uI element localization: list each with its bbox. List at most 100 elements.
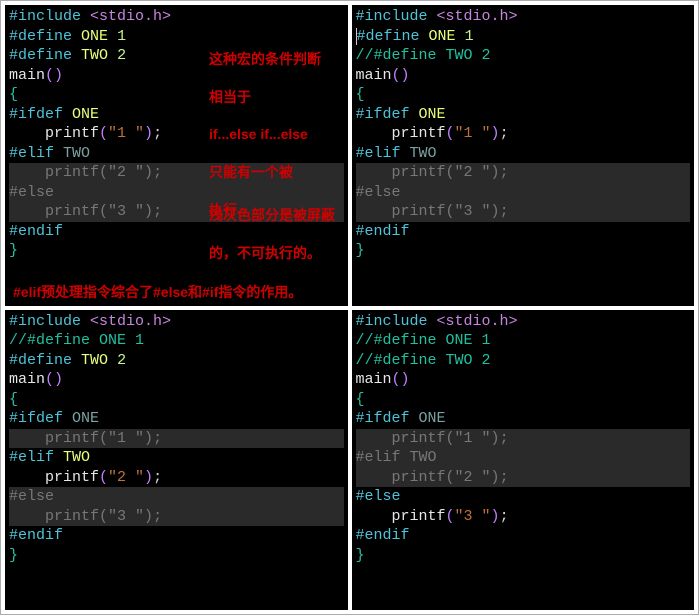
tok-lparen: (	[446, 508, 455, 525]
code-panel-botright: #include <stdio.h> //#define ONE 1 //#de…	[352, 310, 695, 611]
tok-semi: ;	[500, 203, 509, 220]
tok-one: ONE	[72, 410, 99, 427]
tok-elif: #elif	[9, 145, 54, 162]
tok-lparen: (	[446, 203, 455, 220]
tok-n2: 2	[117, 47, 126, 64]
code-line: #define TWO 2	[9, 46, 344, 66]
code-line-inactive: printf("3 ");	[9, 202, 344, 222]
code-line: }	[356, 241, 691, 261]
code-line: #elif TWO	[9, 144, 344, 164]
code-line: printf("2 ");	[9, 468, 344, 488]
tok-comment-def-two: //#define TWO 2	[356, 47, 491, 64]
tok-stdio: <stdio.h>	[437, 8, 518, 25]
tok-lbrace: {	[356, 391, 365, 408]
tok-n1: 1	[465, 28, 474, 45]
tok-s3: "3 "	[108, 508, 144, 525]
tok-lparen: (	[446, 164, 455, 181]
code-line: main()	[356, 370, 691, 390]
tok-semi: ;	[500, 469, 509, 486]
tok-rparen: )	[144, 164, 153, 181]
tok-one: ONE	[419, 106, 446, 123]
tok-comment-def-one: //#define ONE 1	[356, 332, 491, 349]
code-line: printf("1 ");	[356, 124, 691, 144]
tok-rbrace: }	[356, 242, 365, 259]
code-line: }	[356, 546, 691, 566]
code-line: {	[9, 390, 344, 410]
tok-stdio: <stdio.h>	[437, 313, 518, 330]
tok-define: #define	[9, 352, 72, 369]
code-line: #ifdef ONE	[9, 409, 344, 429]
tok-ifdef: #ifdef	[9, 410, 63, 427]
code-line-inactive: #else	[9, 487, 344, 507]
tok-printf: printf	[45, 508, 99, 525]
tok-endif: #endif	[356, 223, 410, 240]
tok-semi: ;	[153, 430, 162, 447]
tok-include: #include	[9, 8, 81, 25]
code-line: #include <stdio.h>	[9, 7, 344, 27]
tok-printf: printf	[392, 203, 446, 220]
tok-include: #include	[356, 8, 428, 25]
code-line: {	[356, 85, 691, 105]
code-line: }	[9, 241, 344, 261]
tok-comment-def-two: //#define TWO 2	[356, 352, 491, 369]
tok-main: main	[356, 67, 392, 84]
tok-semi: ;	[153, 203, 162, 220]
tok-lparen: (	[99, 508, 108, 525]
code-line: printf("1 ");	[9, 124, 344, 144]
tok-rparen: )	[491, 469, 500, 486]
tok-rparen: )	[54, 67, 63, 84]
code-line: main()	[356, 66, 691, 86]
tok-semi: ;	[500, 508, 509, 525]
tok-semi: ;	[153, 508, 162, 525]
tok-s3: "3 "	[108, 203, 144, 220]
tok-printf: printf	[45, 203, 99, 220]
tok-rparen: )	[401, 371, 410, 388]
tok-rparen: )	[144, 125, 153, 142]
code-line: printf("3 ");	[356, 507, 691, 527]
code-line: #endif	[356, 222, 691, 242]
tok-printf: printf	[392, 164, 446, 181]
tok-rparen: )	[144, 508, 153, 525]
tok-rparen: )	[491, 164, 500, 181]
code-line: #ifdef ONE	[9, 105, 344, 125]
tok-two: TWO	[63, 449, 90, 466]
code-line: #ifdef ONE	[356, 409, 691, 429]
tok-printf: printf	[392, 508, 446, 525]
code-line: #define TWO 2	[9, 351, 344, 371]
code-line-inactive: printf("2 ");	[9, 163, 344, 183]
tok-semi: ;	[153, 469, 162, 486]
code-line: #define ONE 1	[9, 27, 344, 47]
code-panel-botleft: #include <stdio.h> //#define ONE 1 #defi…	[5, 310, 348, 611]
tok-endif: #endif	[9, 223, 63, 240]
tok-s3: "3 "	[455, 203, 491, 220]
code-line: #include <stdio.h>	[9, 312, 344, 332]
code-panel-topleft: #include <stdio.h> #define ONE 1 #define…	[5, 5, 348, 306]
tok-printf: printf	[392, 125, 446, 142]
code-line: main()	[9, 66, 344, 86]
tok-n1: 1	[117, 28, 126, 45]
code-line: #endif	[9, 222, 344, 242]
code-line: {	[356, 390, 691, 410]
tok-elif: #elif	[356, 145, 401, 162]
tok-lbrace: {	[356, 86, 365, 103]
tok-lparen: (	[446, 469, 455, 486]
tok-s3: "3 "	[455, 508, 491, 525]
code-line-inactive: printf("2 ");	[356, 468, 691, 488]
tok-lparen: (	[392, 67, 401, 84]
tok-lbrace: {	[9, 86, 18, 103]
code-line: #elif TWO	[9, 448, 344, 468]
tok-ifdef: #ifdef	[356, 106, 410, 123]
tok-rparen: )	[144, 430, 153, 447]
tok-lparen: (	[446, 430, 455, 447]
tok-lparen: (	[446, 125, 455, 142]
code-line: //#define TWO 2	[356, 46, 691, 66]
tok-rparen: )	[491, 203, 500, 220]
code-line-inactive: printf("3 ");	[356, 202, 691, 222]
tok-include: #include	[9, 313, 81, 330]
code-line: #elif TWO	[356, 144, 691, 164]
tok-printf: printf	[392, 469, 446, 486]
code-line: }	[9, 546, 344, 566]
code-line: #ifdef ONE	[356, 105, 691, 125]
tok-lbrace: {	[9, 391, 18, 408]
tok-lparen: (	[45, 67, 54, 84]
